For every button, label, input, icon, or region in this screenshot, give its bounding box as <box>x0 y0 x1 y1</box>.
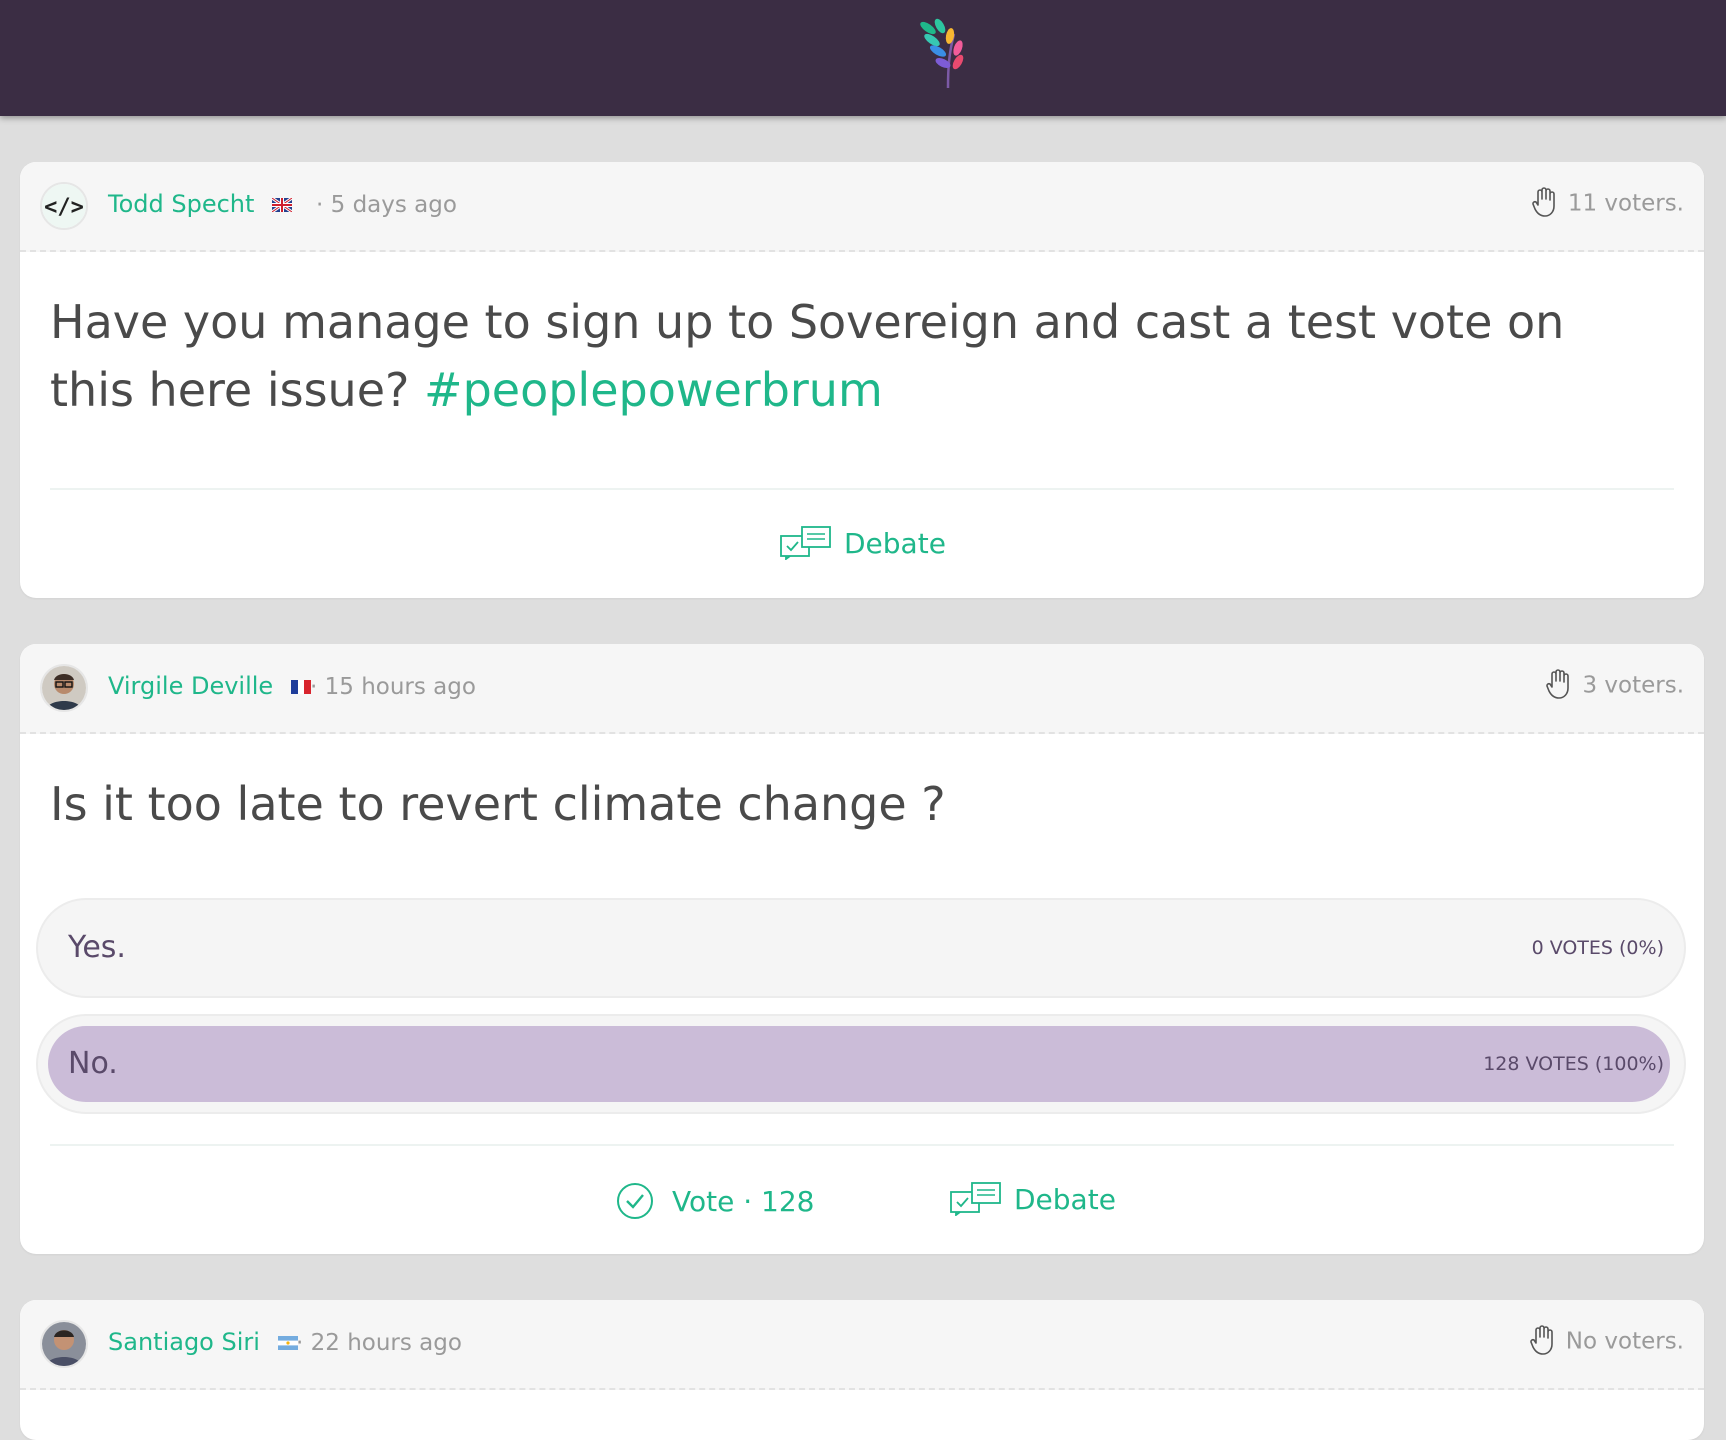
author-name[interactable]: Todd Specht <box>108 190 293 218</box>
avatar[interactable]: </> <box>40 182 88 230</box>
post-title[interactable]: Have you manage to sign up to Sovereign … <box>50 288 1650 424</box>
post-card: </> Todd Specht · 5 days ago 11 voters. … <box>20 162 1704 598</box>
france-flag-icon <box>290 680 311 694</box>
author-name[interactable]: Santiago Siri <box>108 1328 298 1356</box>
top-bar <box>0 0 1726 116</box>
post-time: · 22 hours ago <box>296 1330 462 1356</box>
debate-button[interactable]: Debate <box>950 1182 1116 1216</box>
vote-button[interactable]: Vote · 128 <box>616 1182 814 1220</box>
uk-flag-icon <box>272 198 293 212</box>
option-label: Yes. <box>68 930 126 965</box>
post-card: Virgile Deville · 15 hours ago 3 voters.… <box>20 644 1704 1254</box>
svg-text:</>: </> <box>44 195 84 220</box>
author-name[interactable]: Virgile Deville <box>108 672 311 700</box>
post-header: Santiago Siri · 22 hours ago No voters. <box>20 1300 1704 1390</box>
post-header: </> Todd Specht · 5 days ago 11 voters. <box>20 162 1704 252</box>
poll-option-yes[interactable]: Yes. 0 votes (0%) <box>36 898 1686 998</box>
person-avatar-icon <box>42 666 86 710</box>
hand-icon <box>1532 187 1555 217</box>
divider <box>50 1144 1674 1146</box>
hand-icon <box>1546 669 1570 699</box>
divider <box>50 488 1674 490</box>
option-bar <box>48 1026 1670 1102</box>
sovereign-leaf-logo-icon[interactable] <box>918 18 974 90</box>
poll-option-no[interactable]: No. 128 votes (100%) <box>36 1014 1686 1114</box>
option-label: No. <box>68 1046 118 1081</box>
post-time: · 15 hours ago <box>310 674 476 700</box>
option-votes: 128 votes (100%) <box>1483 1053 1664 1075</box>
debate-icon <box>950 1182 1001 1216</box>
voters-count[interactable]: No voters. <box>1529 1325 1684 1356</box>
hand-icon <box>1529 1325 1553 1355</box>
voters-count[interactable]: 3 voters. <box>1546 669 1684 700</box>
post-card: Santiago Siri · 22 hours ago No voters. <box>20 1300 1704 1440</box>
hashtag-link[interactable]: #peoplepowerbrum <box>424 363 883 417</box>
post-header: Virgile Deville · 15 hours ago 3 voters. <box>20 644 1704 734</box>
check-circle-icon <box>617 1183 653 1219</box>
debate-button[interactable]: Debate <box>780 526 946 560</box>
debate-icon <box>780 526 831 560</box>
avatar[interactable] <box>40 664 88 712</box>
voters-count[interactable]: 11 voters. <box>1532 187 1684 218</box>
avatar[interactable] <box>40 1320 88 1368</box>
code-avatar-icon: </> <box>42 184 86 228</box>
argentina-flag-icon <box>277 1336 298 1350</box>
post-title[interactable]: Is it too late to revert climate change … <box>50 770 1650 838</box>
post-time: · 5 days ago <box>316 192 457 218</box>
option-votes: 0 votes (0%) <box>1531 937 1664 959</box>
person-avatar-icon <box>42 1322 86 1366</box>
